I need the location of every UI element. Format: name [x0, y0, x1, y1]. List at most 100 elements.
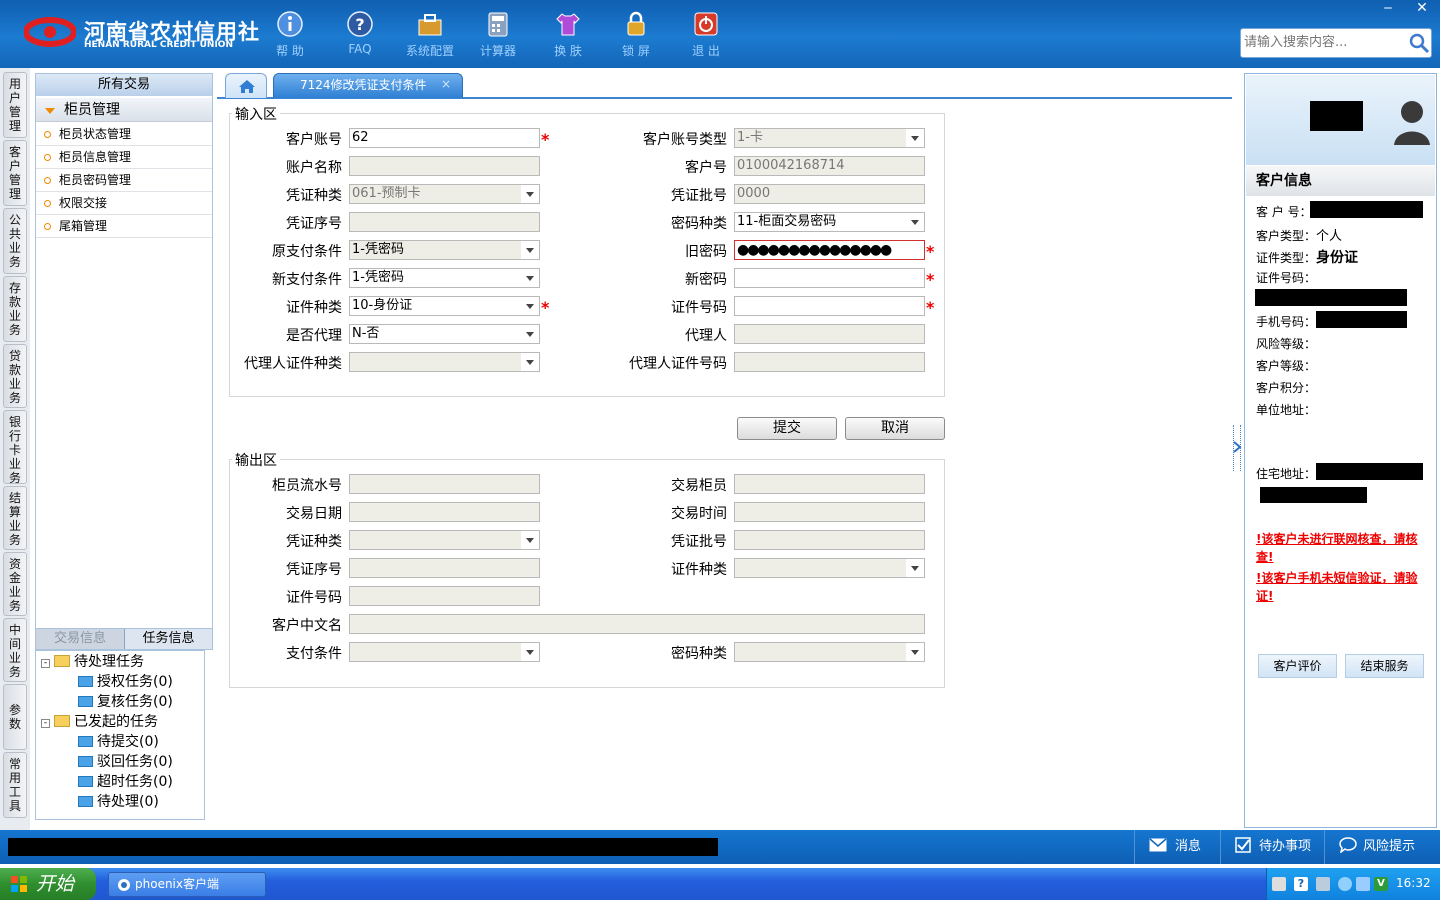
- chevron-down-icon[interactable]: [521, 269, 539, 287]
- collapse-icon[interactable]: -: [41, 659, 50, 668]
- vtab-bank-card-business[interactable]: 银行卡业务: [3, 410, 27, 485]
- orig-pay-cond-label: 原支付条件: [272, 244, 342, 260]
- account-type-select[interactable]: 1-卡: [734, 128, 925, 148]
- search-icon[interactable]: [1408, 32, 1430, 54]
- vtab-loan-business[interactable]: 贷款业务: [3, 344, 27, 408]
- question-icon: ?: [347, 11, 373, 37]
- lock-screen-button[interactable]: 锁 屏: [604, 8, 668, 62]
- usb-icon[interactable]: [1316, 877, 1330, 891]
- antivirus-icon[interactable]: V: [1374, 877, 1388, 891]
- taskbar-app-phoenix[interactable]: phoenix客户端: [108, 872, 266, 897]
- vtab-intermediate-business[interactable]: 中间业务: [3, 618, 27, 682]
- system-config-button[interactable]: 系统配置: [398, 8, 462, 62]
- chevron-down-icon[interactable]: [521, 241, 539, 259]
- vtab-user-management[interactable]: 用户管理: [3, 72, 27, 138]
- out-voucher-seq-label: 凭证序号: [286, 562, 342, 578]
- tree-node-to-submit[interactable]: 待提交(0): [78, 733, 159, 751]
- help-button[interactable]: 帮 助: [258, 8, 322, 62]
- nav-header[interactable]: 所有交易: [36, 74, 212, 96]
- calculator-button[interactable]: 计算器: [466, 8, 530, 62]
- search-input[interactable]: [1241, 29, 1401, 55]
- voucher-type-select[interactable]: 061-预制卡: [349, 184, 540, 204]
- nav-group-label: 柜员管理: [64, 102, 120, 118]
- tab-home[interactable]: [225, 73, 267, 98]
- network-icon[interactable]: [1356, 877, 1370, 891]
- tab-close-icon[interactable]: ×: [441, 77, 453, 91]
- id-no-input[interactable]: [734, 296, 925, 316]
- cust-type-row: 客户类型：个人: [1256, 225, 1342, 244]
- account-name-input[interactable]: [349, 156, 540, 176]
- tree-node-to-process[interactable]: 待处理(0): [78, 793, 159, 811]
- skin-button[interactable]: 换 肤: [536, 8, 600, 62]
- tree-node-pending[interactable]: - 待处理任务: [41, 653, 144, 671]
- is-agent-select[interactable]: N-否: [349, 324, 540, 344]
- vtab-settlement-business[interactable]: 结算业务: [3, 486, 27, 550]
- password-type-select[interactable]: 11-柜面交易密码: [734, 212, 925, 232]
- messages-button[interactable]: 消息: [1134, 830, 1220, 864]
- end-service-button[interactable]: 结束服务: [1345, 654, 1424, 678]
- voucher-batch-input[interactable]: 0000: [734, 184, 925, 204]
- exit-button[interactable]: 退 出: [674, 8, 738, 62]
- agent-id-type-label: 代理人证件种类: [244, 356, 342, 372]
- nav-group-teller-management[interactable]: 柜员管理: [36, 98, 212, 122]
- nav-item-cash-box[interactable]: 尾箱管理: [36, 215, 212, 238]
- work-address-label: 单位地址：: [1256, 403, 1317, 417]
- collapse-icon[interactable]: -: [41, 719, 50, 728]
- vtab-fund-business[interactable]: 资金业务: [3, 552, 27, 616]
- vtab-customer-management[interactable]: 客户管理: [3, 140, 27, 206]
- todo-button[interactable]: 待办事项: [1220, 830, 1324, 864]
- chevron-down-icon[interactable]: [906, 213, 924, 231]
- redacted-block: [1310, 201, 1423, 218]
- tree-node-review-task[interactable]: 复核任务(0): [78, 693, 173, 711]
- nav-item-teller-info[interactable]: 柜员信息管理: [36, 146, 212, 169]
- tree-node-auth-task[interactable]: 授权任务(0): [78, 673, 173, 691]
- agent-input[interactable]: [734, 324, 925, 344]
- old-password-input[interactable]: ●●●●●●●●●●●●●●●: [734, 240, 925, 260]
- tab-transaction-info[interactable]: 交易信息: [36, 629, 124, 649]
- tray-expand-icon[interactable]: [1338, 877, 1352, 891]
- tab-task-info[interactable]: 任务信息: [124, 629, 212, 649]
- submit-button[interactable]: 提交: [737, 417, 837, 440]
- agent-id-no-input[interactable]: [734, 352, 925, 372]
- new-pay-cond-select[interactable]: 1-凭密码: [349, 268, 540, 288]
- tab-modify-payment-condition[interactable]: 7124修改凭证支付条件: [273, 73, 463, 98]
- account-no-input[interactable]: 62: [349, 128, 540, 148]
- minimize-button[interactable]: ‒: [1372, 0, 1404, 20]
- account-type-value: 1-卡: [737, 130, 763, 145]
- nav-item-permission-handover[interactable]: 权限交接: [36, 192, 212, 215]
- tree-node-timeout[interactable]: 超时任务(0): [78, 773, 173, 791]
- customer-no-input[interactable]: 0100042168714: [734, 156, 925, 176]
- risk-alert-button[interactable]: 风险提示: [1324, 830, 1440, 864]
- close-window-button[interactable]: ✕: [1406, 0, 1438, 20]
- vtab-deposit-business[interactable]: 存款业务: [3, 276, 27, 342]
- chevron-down-icon[interactable]: [521, 325, 539, 343]
- warning-network-check-link[interactable]: !该客户未进行联网核查，请核查!: [1256, 530, 1434, 566]
- required-mark: *: [541, 298, 550, 317]
- panel-collapse-handle[interactable]: [1233, 425, 1242, 471]
- warning-sms-verify-link[interactable]: !该客户手机未短信验证，请验证!: [1256, 569, 1434, 605]
- agent-id-type-select[interactable]: [349, 352, 540, 372]
- vtab-public-business[interactable]: 公共业务: [3, 208, 27, 274]
- chevron-down-icon[interactable]: [521, 185, 539, 203]
- keyboard-icon[interactable]: [1272, 877, 1286, 891]
- chevron-down-icon[interactable]: [521, 353, 539, 371]
- nav-item-teller-password[interactable]: 柜员密码管理: [36, 169, 212, 192]
- customer-rating-button[interactable]: 客户评价: [1258, 654, 1337, 678]
- tree-node-initiated[interactable]: - 已发起的任务: [41, 713, 158, 731]
- new-password-input[interactable]: [734, 268, 925, 288]
- tree-node-rejected[interactable]: 驳回任务(0): [78, 753, 173, 771]
- vtab-parameters[interactable]: 参数: [3, 684, 27, 750]
- out-voucher-batch-output: [734, 530, 925, 550]
- orig-pay-cond-select[interactable]: 1-凭密码: [349, 240, 540, 260]
- calculator-icon: [488, 12, 508, 37]
- nav-item-teller-status[interactable]: 柜员状态管理: [36, 123, 212, 146]
- voucher-seq-input[interactable]: [349, 212, 540, 232]
- home-icon: [239, 80, 255, 93]
- chevron-down-icon[interactable]: [521, 297, 539, 315]
- id-type-select[interactable]: 10-身份证: [349, 296, 540, 316]
- help-tray-icon[interactable]: ?: [1294, 877, 1308, 891]
- faq-button[interactable]: ? FAQ: [328, 8, 392, 62]
- cancel-button[interactable]: 取消: [845, 417, 945, 440]
- vtab-common-tools[interactable]: 常用工具: [3, 752, 27, 818]
- chevron-down-icon[interactable]: [906, 129, 924, 147]
